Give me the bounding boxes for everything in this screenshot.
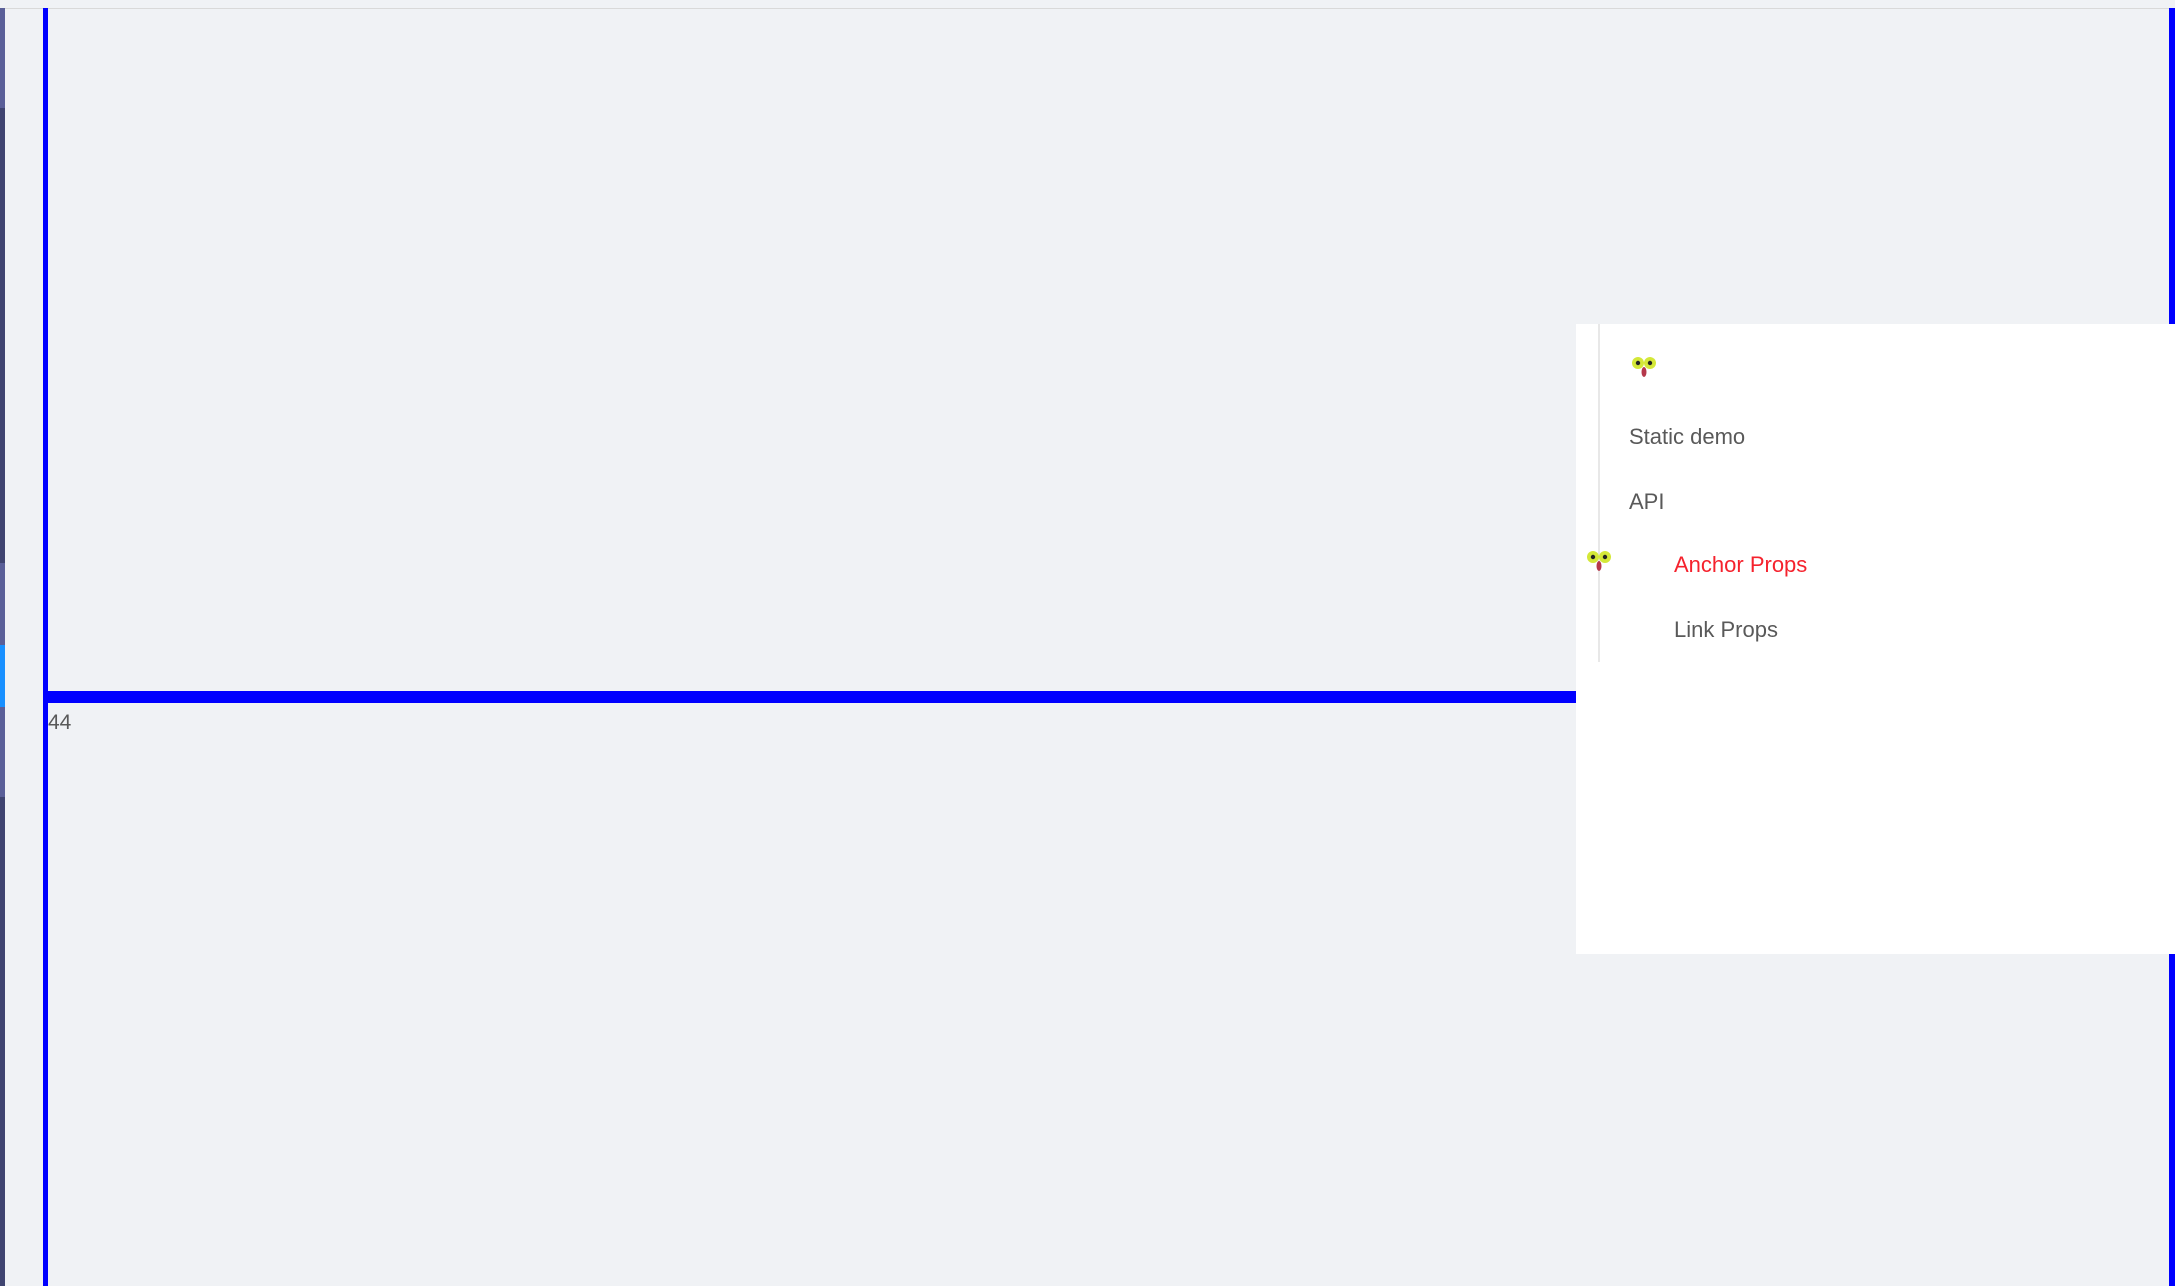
sidebar-item[interactable] (0, 563, 5, 653)
sidebar-item-selected[interactable] (0, 645, 5, 707)
page: 44 Static demo API Anchor Props Link Pro… (0, 0, 2175, 1286)
top-border (0, 8, 2175, 9)
anchor-ink-rail (1598, 324, 1600, 662)
cartoon-face-icon (1584, 550, 1614, 572)
left-guide-line (43, 8, 48, 1286)
anchor-link-api[interactable]: API (1629, 489, 1664, 515)
sidebar-item[interactable] (0, 8, 5, 108)
anchor-link-anchor-props[interactable]: Anchor Props (1674, 552, 1807, 578)
anchor-panel: Static demo API Anchor Props Link Props (1576, 324, 2175, 954)
sidebar-item[interactable] (0, 707, 5, 797)
cartoon-face-icon (1629, 356, 1659, 378)
left-sidebar[interactable] (0, 8, 5, 1286)
offset-readout: 44 (48, 711, 72, 734)
offset-guide-line (43, 691, 1576, 703)
anchor-link-link-props[interactable]: Link Props (1674, 617, 1778, 643)
anchor-link-static-demo[interactable]: Static demo (1629, 424, 1745, 450)
